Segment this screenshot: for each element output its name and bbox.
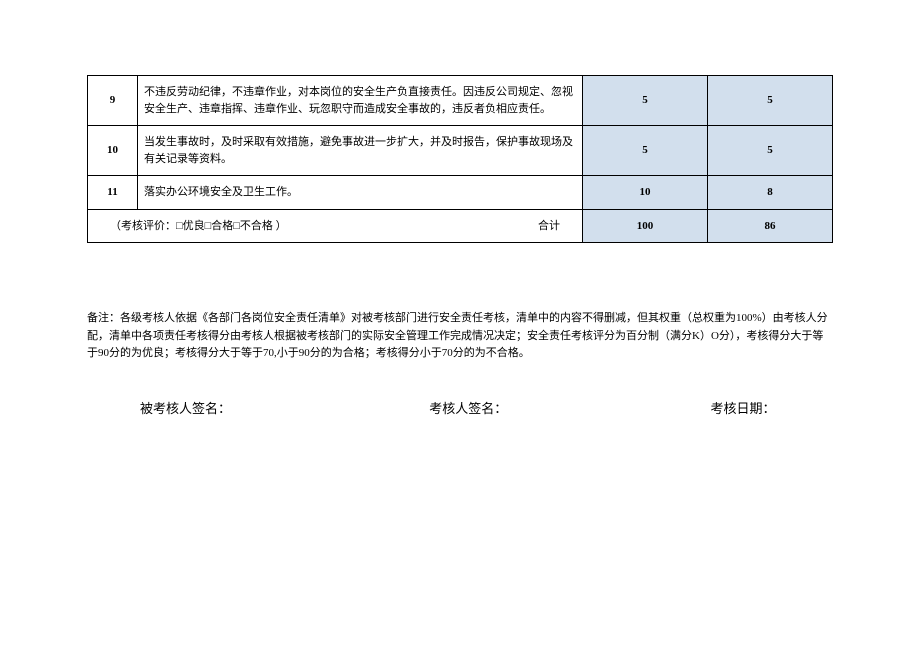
signature-line: 被考核人签名： 考核人签名： 考核日期： (140, 398, 840, 417)
summary-row: （考核评价：□优良□合格□不合格 ） 合计 100 86 (88, 209, 833, 243)
assessor-signature-label: 考核人签名： (429, 398, 507, 417)
summary-label-cell: （考核评价：□优良□合格□不合格 ） 合计 (88, 209, 583, 243)
assessment-date-label: 考核日期： (711, 398, 776, 417)
assessment-table: 9 不违反劳动纪律，不违章作业，对本岗位的安全生产负直接责任。因违反公司规定、忽… (87, 75, 832, 243)
row-number: 10 (88, 126, 138, 176)
total-score: 86 (708, 209, 833, 243)
row-description: 当发生事故时，及时采取有效措施，避免事故进一步扩大，并及时报告，保护事故现场及有… (138, 126, 583, 176)
evaluation-label: （考核评价：□优良□合格□不合格 ） (110, 220, 287, 232)
row-score-actual: 8 (708, 176, 833, 210)
footnote: 备注：各级考核人依据《各部门各岗位安全责任清单》对被考核部门进行安全责任考核，清… (87, 310, 832, 363)
table-row: 9 不违反劳动纪律，不违章作业，对本岗位的安全生产负直接责任。因违反公司规定、忽… (88, 76, 833, 126)
row-description: 不违反劳动纪律，不违章作业，对本岗位的安全生产负直接责任。因违反公司规定、忽视安… (138, 76, 583, 126)
row-number: 9 (88, 76, 138, 126)
total-weight: 100 (583, 209, 708, 243)
row-score-weight: 5 (583, 126, 708, 176)
row-score-actual: 5 (708, 126, 833, 176)
assessee-signature-label: 被考核人签名： (140, 398, 231, 417)
row-description: 落实办公环境安全及卫生工作。 (138, 176, 583, 210)
table-row: 11 落实办公环境安全及卫生工作。 10 8 (88, 176, 833, 210)
row-score-actual: 5 (708, 76, 833, 126)
table-row: 10 当发生事故时，及时采取有效措施，避免事故进一步扩大，并及时报告，保护事故现… (88, 126, 833, 176)
total-label: 合计 (538, 218, 560, 235)
row-score-weight: 5 (583, 76, 708, 126)
row-number: 11 (88, 176, 138, 210)
row-score-weight: 10 (583, 176, 708, 210)
